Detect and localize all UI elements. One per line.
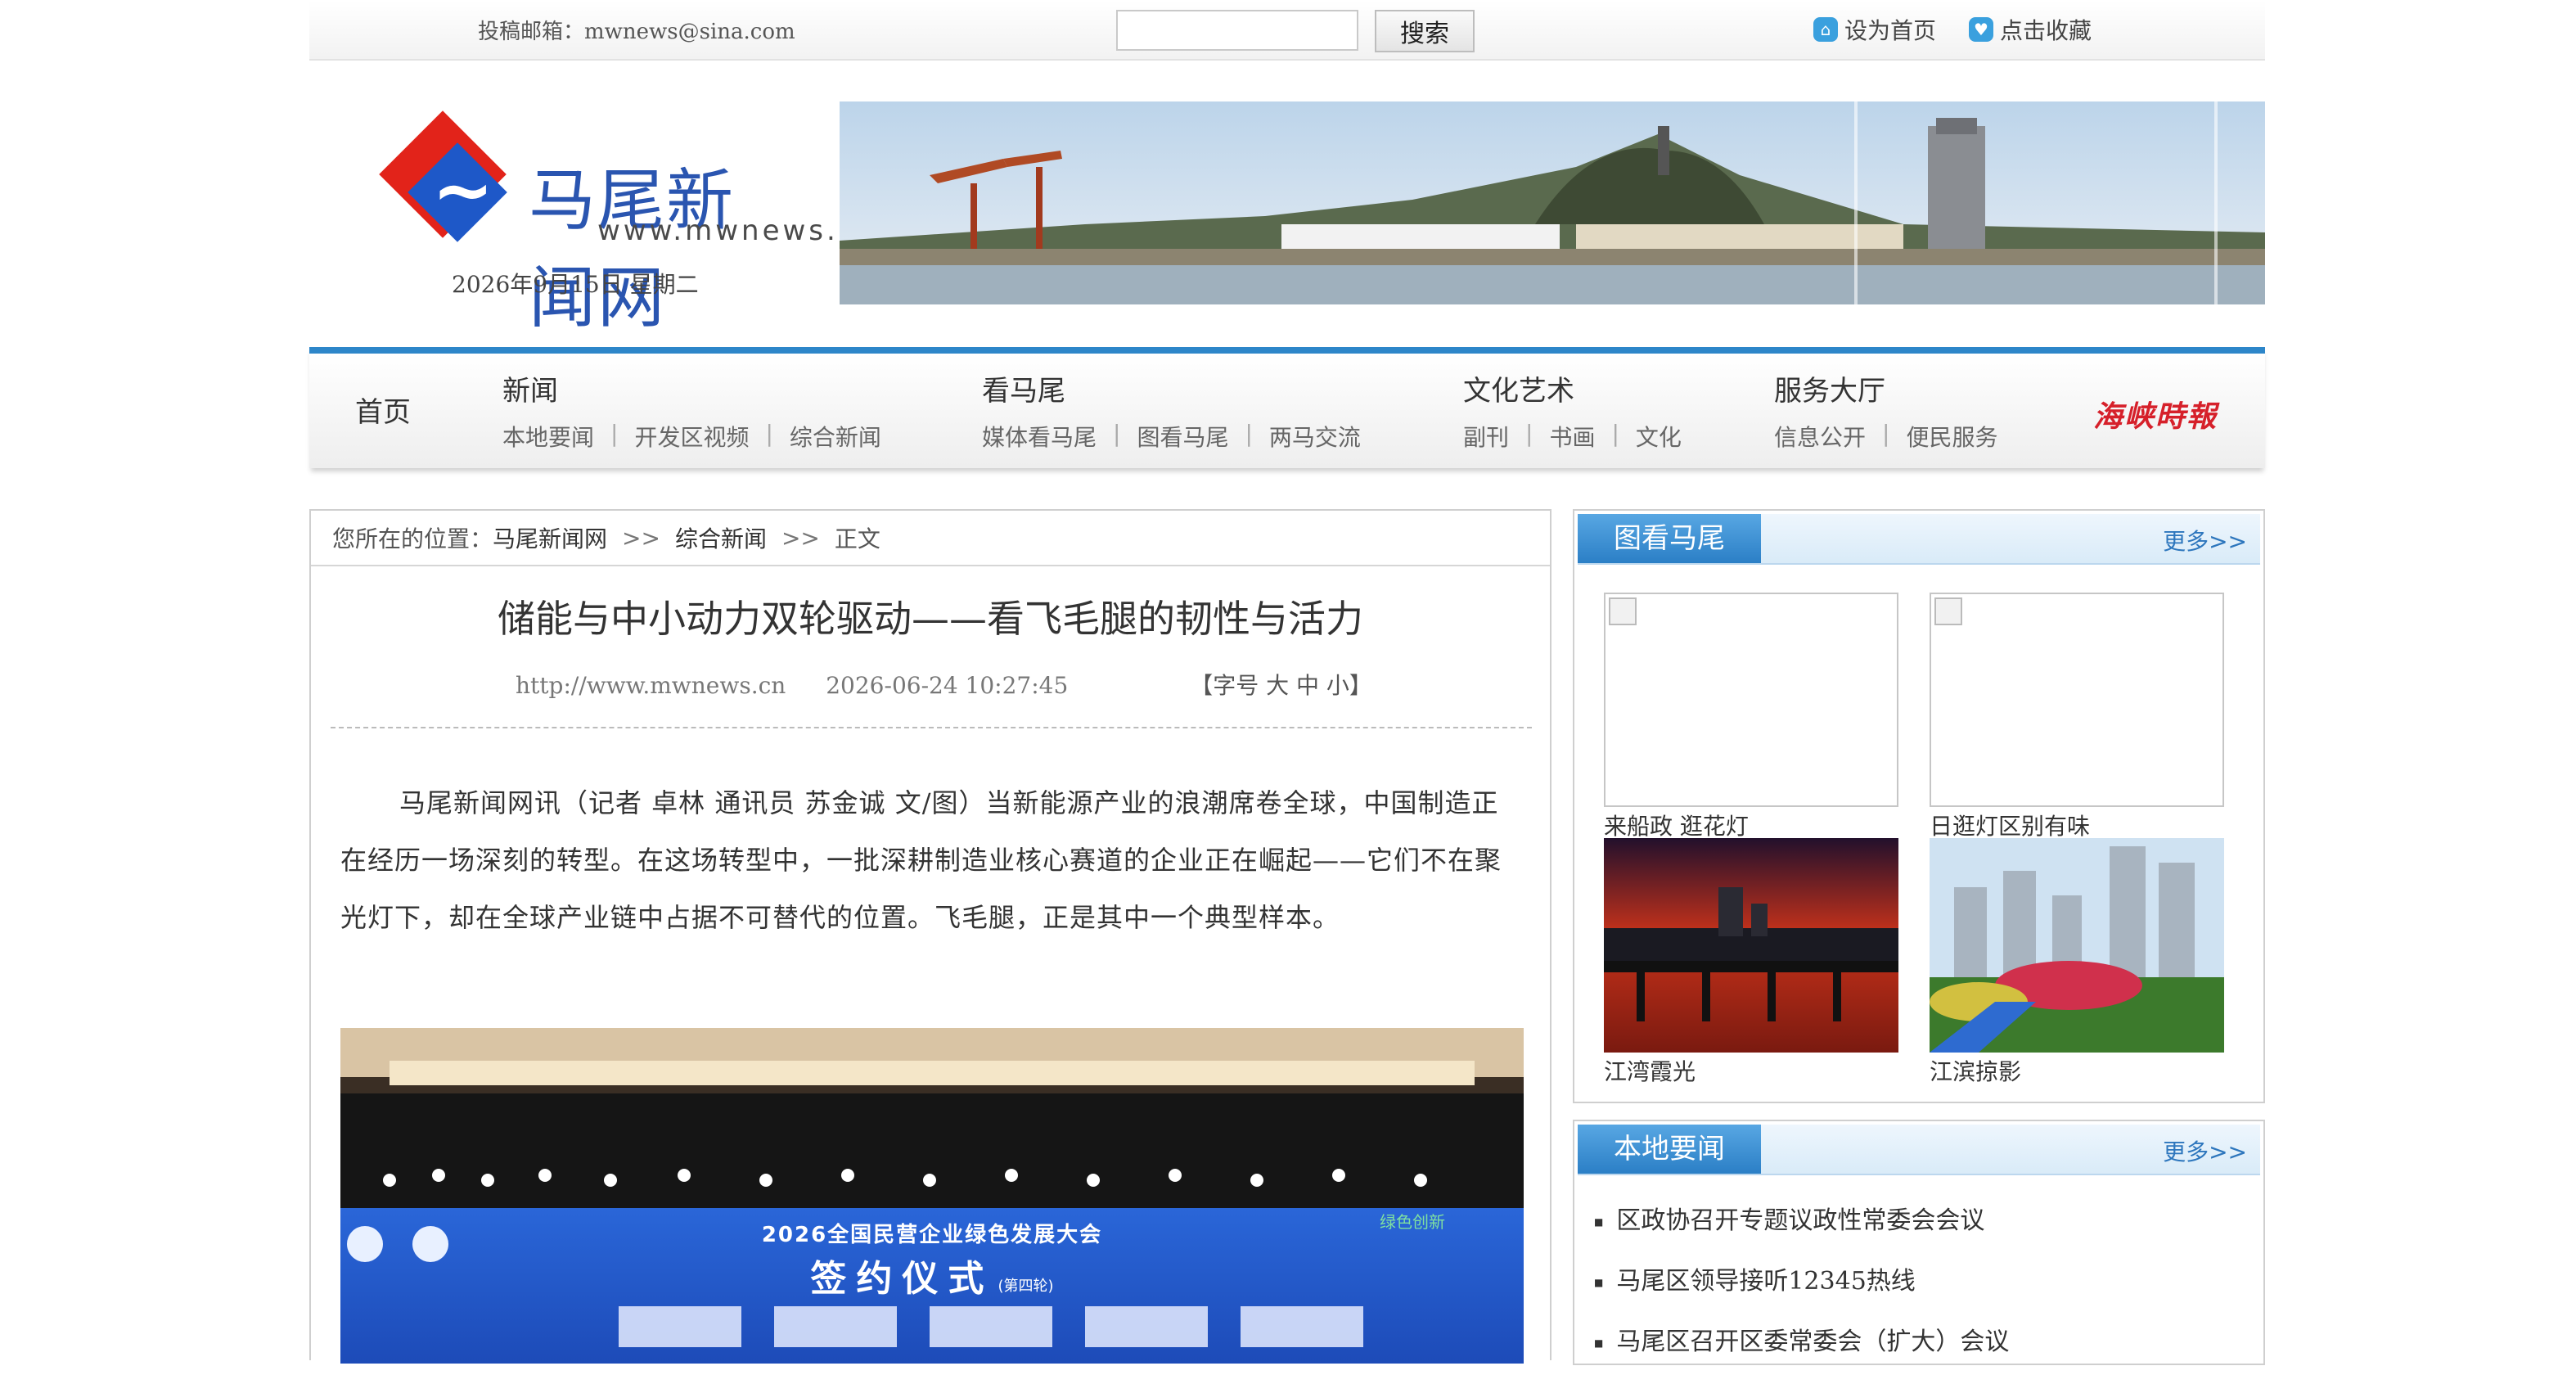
breadcrumb-home[interactable]: 马尾新闻网	[493, 521, 607, 554]
list-item[interactable]: 区政协召开专题议政性常委会会议	[1594, 1193, 2263, 1254]
photo-thumb[interactable]: 来船政 逛花灯	[1604, 593, 1898, 841]
photo-banner-subtitle: 签约仪式	[810, 1258, 994, 1300]
local-news-box: 本地要闻 更多>> 区政协召开专题议政性常委会会议 马尾区领导接听12345热线…	[1573, 1120, 2265, 1365]
nav-sub-general-news[interactable]: 综合新闻	[790, 420, 881, 453]
nav-sub-media-mawei[interactable]: 媒体看马尾	[982, 420, 1097, 453]
set-home-link[interactable]: ⌂ 设为首页	[1813, 13, 1936, 46]
breadcrumb-separator: >>	[781, 524, 820, 552]
search-input[interactable]	[1116, 10, 1358, 51]
logo-swirl-icon: ~	[432, 147, 494, 233]
heart-icon: ♥	[1969, 17, 1993, 42]
photo-banner-title: 2026全国民营企业绿色发展大会	[761, 1223, 1103, 1247]
photo-thumb[interactable]: 日逛灯区别有味	[1930, 593, 2224, 841]
breadcrumb-prefix: 您所在的位置：	[332, 525, 493, 552]
news-list: 区政协召开专题议政性常委会会议 马尾区领导接听12345热线 马尾区召开区委常委…	[1574, 1175, 2263, 1375]
news-box-more-link[interactable]: 更多>>	[2163, 1134, 2247, 1167]
breadcrumb-category[interactable]: 综合新闻	[675, 521, 767, 554]
photo-thumb[interactable]: 江湾霞光	[1604, 838, 1898, 1087]
partner-newspaper-logo[interactable]: 海峡時報	[2093, 393, 2218, 435]
broken-image-icon[interactable]	[1930, 593, 2224, 807]
nav-separator: |	[1611, 420, 1619, 447]
photo-gallery-box: 图看马尾 更多>> 来船政 逛花灯 日逛灯区别有味 江湾霞光 江滨掠影	[1573, 509, 2265, 1103]
top-bar: 投稿邮箱：mwnews@sina.com 搜索 ⌂ 设为首页 ♥ 点击收藏	[309, 0, 2265, 61]
nav-group-news: 新闻 本地要闻 | 开发区视频 | 综合新闻	[502, 368, 881, 453]
current-date: 2026年9月15日 星期二	[452, 271, 699, 298]
page: 投稿邮箱：mwnews@sina.com 搜索 ⌂ 设为首页 ♥ 点击收藏 ~ …	[309, 0, 2265, 1365]
main-nav: 首页 新闻 本地要闻 | 开发区视频 | 综合新闻 看马尾 媒体看马尾 | 图看…	[309, 347, 2265, 468]
nav-separator: |	[610, 420, 619, 447]
breadcrumb-current: 正文	[834, 525, 880, 552]
nav-group-title[interactable]: 看马尾	[982, 368, 1361, 408]
nav-sub-photo-mawei[interactable]: 图看马尾	[1137, 420, 1228, 453]
search-button[interactable]: 搜索	[1375, 10, 1475, 52]
photo-caption[interactable]: 来船政 逛花灯	[1604, 809, 1898, 841]
nav-group-culture: 文化艺术 副刊 | 书画 | 文化	[1463, 368, 1682, 453]
bookmark-label: 点击收藏	[2000, 17, 2092, 44]
photo-caption[interactable]: 江滨掠影	[1930, 1054, 2224, 1087]
nav-separator: |	[1113, 420, 1121, 447]
breadcrumb: 您所在的位置： 马尾新闻网 >> 综合新闻 >> 正文	[311, 511, 1550, 566]
nav-sub-local-news[interactable]: 本地要闻	[502, 420, 594, 453]
nav-separator: |	[1882, 420, 1890, 447]
list-item[interactable]: 马尾区召开区委常委会（扩大）会议	[1594, 1314, 2263, 1375]
nav-sub-dev-zone-video[interactable]: 开发区视频	[634, 420, 749, 453]
nav-sub-calligraphy[interactable]: 书画	[1549, 420, 1595, 453]
header-banner-image	[840, 101, 2265, 304]
submission-email: 投稿邮箱：mwnews@sina.com	[478, 20, 795, 44]
site-logo[interactable]: ~ 马尾新闻网 www.mwnews.cn	[375, 106, 875, 337]
riverside-image[interactable]	[1930, 838, 2224, 1053]
article-panel: 您所在的位置： 马尾新闻网 >> 综合新闻 >> 正文 储能与中小动力双轮驱动—…	[309, 509, 1551, 1364]
photo-box-title[interactable]: 图看马尾	[1578, 514, 1761, 563]
nav-group-mawei: 看马尾 媒体看马尾 | 图看马尾 | 两马交流	[982, 368, 1361, 453]
divider	[331, 727, 1532, 728]
nav-home[interactable]: 首页	[355, 390, 411, 430]
nav-group-title[interactable]: 新闻	[502, 368, 881, 408]
nav-sub-info-disclosure[interactable]: 信息公开	[1774, 420, 1866, 453]
nav-group-title[interactable]: 文化艺术	[1463, 368, 1682, 408]
bookmark-link[interactable]: ♥ 点击收藏	[1969, 13, 2092, 46]
article-meta: http://www.mwnews.cn 2026-06-24 10:27:45…	[516, 668, 1405, 701]
nav-separator: |	[1245, 420, 1253, 447]
nav-sub-culture[interactable]: 文化	[1636, 420, 1682, 453]
article-time: 2026-06-24 10:27:45	[826, 672, 1069, 699]
article-title: 储能与中小动力双轮驱动——看飞毛腿的韧性与活力	[498, 597, 1363, 641]
list-item[interactable]: 马尾区领导接听12345热线	[1594, 1254, 2263, 1314]
news-box-header: 本地要闻 更多>>	[1578, 1125, 2260, 1175]
photo-caption[interactable]: 江湾霞光	[1604, 1054, 1898, 1087]
photo-box-header: 图看马尾 更多>>	[1578, 514, 2260, 565]
photo-thumb[interactable]: 江滨掠影	[1930, 838, 2224, 1087]
photo-caption[interactable]: 日逛灯区别有味	[1930, 809, 2224, 841]
nav-sub-public-service[interactable]: 便民服务	[1906, 420, 1997, 453]
article-photo: 绿色创新 2026全国民营企业绿色发展大会 签约仪式 (第四轮)	[340, 1028, 1524, 1364]
nav-separator: |	[1525, 420, 1533, 447]
logo-site-url: www.mwnews.cn	[597, 214, 879, 247]
breadcrumb-separator: >>	[622, 524, 660, 552]
nav-separator: |	[765, 420, 773, 447]
sunset-bay-image[interactable]	[1604, 838, 1898, 1053]
news-box-title[interactable]: 本地要闻	[1578, 1125, 1761, 1174]
nav-sub-supplement[interactable]: 副刊	[1463, 420, 1509, 453]
photo-banner-round: (第四轮)	[998, 1278, 1054, 1295]
font-size-control[interactable]: 【字号 大 中 小】	[1190, 672, 1372, 699]
photo-box-more-link[interactable]: 更多>>	[2163, 524, 2247, 557]
nav-group-services: 服务大厅 信息公开 | 便民服务	[1774, 368, 1997, 453]
broken-image-icon[interactable]	[1604, 593, 1898, 807]
home-icon: ⌂	[1813, 17, 1838, 42]
article-source[interactable]: http://www.mwnews.cn	[516, 672, 786, 699]
article-body: 马尾新闻网讯（记者 卓林 通讯员 苏金诚 文/图）当新能源产业的浪潮席卷全球，中…	[340, 787, 1502, 933]
nav-sub-two-ma-exchange[interactable]: 两马交流	[1269, 420, 1361, 453]
nav-group-title[interactable]: 服务大厅	[1774, 368, 1997, 408]
set-home-label: 设为首页	[1844, 17, 1937, 44]
